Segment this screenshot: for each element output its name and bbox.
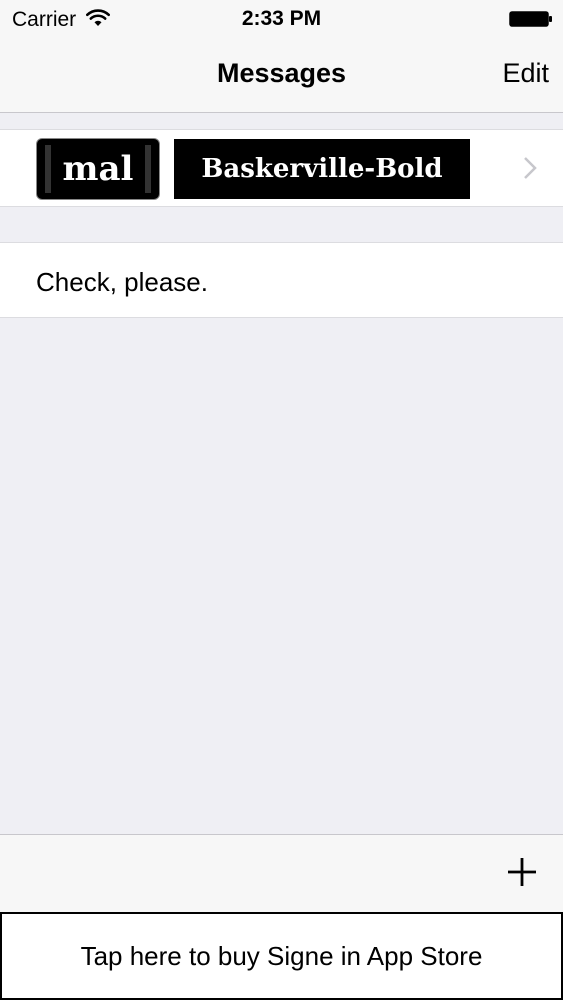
edit-button[interactable]: Edit [502, 58, 549, 89]
chevron-right-icon [524, 157, 537, 179]
font-name-label: Baskerville-Bold [174, 139, 470, 199]
status-bar: Carrier 2:33 PM [0, 0, 563, 40]
app-store-banner[interactable]: Tap here to buy Signe in App Store [0, 912, 563, 1000]
navigation-bar: Carrier 2:33 PM Messages Edit [0, 0, 563, 113]
message-list-item[interactable]: Check, please. [0, 242, 563, 318]
font-preview-thumbnail: mal [36, 138, 160, 200]
message-text: Check, please. [36, 267, 208, 297]
bottom-toolbar [0, 834, 563, 912]
clock: 2:33 PM [241, 7, 322, 30]
battery-icon [509, 11, 552, 27]
plus-icon[interactable] [505, 855, 539, 889]
app-screen: Carrier 2:33 PM Messages Edit mal Basker… [0, 0, 563, 1000]
page-title: Messages [216, 58, 347, 88]
font-selector-row[interactable]: mal Baskerville-Bold [0, 129, 563, 207]
